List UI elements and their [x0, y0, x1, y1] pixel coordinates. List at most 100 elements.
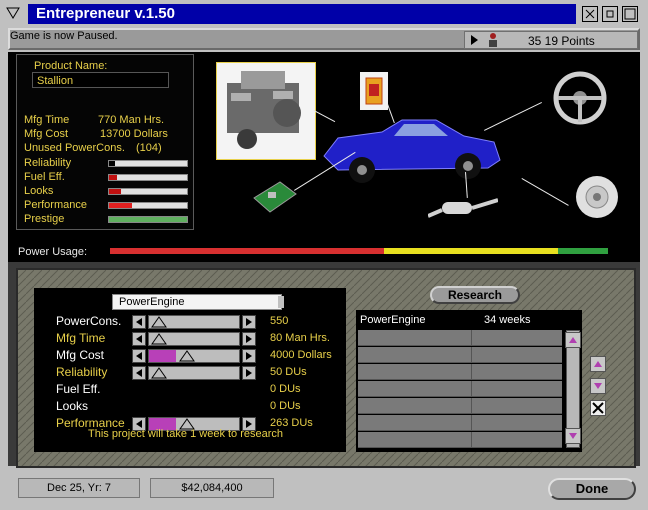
research-slider-fill [149, 350, 176, 362]
slider-thumb-icon[interactable] [178, 350, 195, 365]
increase-arrow-icon[interactable] [242, 315, 256, 329]
engine-image[interactable] [216, 62, 316, 160]
queue-cell [358, 415, 472, 431]
move-up-icon[interactable] [590, 356, 606, 372]
scroll-up-icon[interactable] [565, 332, 581, 348]
queue-row[interactable] [358, 330, 562, 346]
attribute-label: Performance [24, 199, 87, 211]
research-row-label: Reliability [56, 365, 108, 379]
research-row-label: Mfg Time [56, 331, 106, 345]
queue-row[interactable] [358, 364, 562, 380]
steering-wheel-image[interactable] [552, 70, 608, 126]
title-bar: Entrepreneur v.1.50 [0, 0, 648, 28]
status-message: Game is now Paused. [10, 30, 118, 42]
attribute-bar [108, 216, 188, 223]
minimize-icon[interactable] [582, 6, 598, 22]
queue-cell [358, 432, 472, 448]
research-slider[interactable] [148, 332, 240, 346]
queue-row[interactable] [358, 415, 562, 431]
queue-row[interactable] [358, 347, 562, 363]
move-down-icon[interactable] [590, 378, 606, 394]
queue-cell [358, 398, 472, 414]
slider-thumb-icon[interactable] [151, 333, 167, 348]
slider-thumb-icon[interactable] [151, 316, 167, 331]
mfg-cost-value: 13700 Dollars [100, 128, 168, 140]
research-row-label: Mfg Cost [56, 348, 105, 362]
window-menu-icon[interactable] [6, 7, 20, 19]
power-usage-bar [110, 248, 608, 254]
product-name-field[interactable]: Stallion [32, 72, 169, 88]
mfg-time-label: Mfg Time [24, 114, 70, 126]
done-button[interactable]: Done [548, 478, 636, 500]
decrease-arrow-icon[interactable] [132, 349, 146, 363]
power-usage-segment [110, 248, 384, 254]
attribute-bar [108, 188, 188, 195]
points-arrow-icon[interactable] [470, 34, 480, 49]
queue-cell [358, 364, 472, 380]
maximize-icon[interactable] [602, 6, 618, 22]
research-slider[interactable] [148, 366, 240, 380]
attribute-bar [108, 202, 188, 209]
fuel-pump-image[interactable] [360, 72, 388, 110]
queue-row[interactable] [358, 432, 562, 448]
decrease-arrow-icon[interactable] [132, 332, 146, 346]
circuit-board-image[interactable] [250, 178, 298, 218]
queue-item-duration: 34 weeks [484, 314, 531, 326]
attribute-bar-fill [109, 189, 122, 194]
mfg-time-value: 770 Man Hrs. [98, 114, 165, 126]
money-display: $42,084,400 [150, 478, 274, 498]
component-name-field[interactable]: PowerEngine [112, 294, 282, 310]
date-display: Dec 25, Yr: 7 [18, 478, 140, 498]
points-value: 35 19 Points [528, 34, 595, 48]
attribute-label: Fuel Eff. [24, 171, 65, 183]
research-slider[interactable] [148, 349, 240, 363]
research-row-value: 50 DUs [270, 366, 307, 378]
queue-cell [358, 347, 472, 363]
research-row-value: 550 [270, 315, 289, 327]
attribute-bar [108, 174, 188, 181]
queue-cell [358, 381, 472, 397]
power-usage-segment [558, 248, 608, 254]
exhaust-image[interactable] [427, 196, 499, 220]
queue-item-name: PowerEngine [360, 314, 426, 326]
unused-power-label: Unused PowerCons. [24, 142, 125, 154]
attribute-label: Prestige [24, 213, 65, 225]
research-row-value: 4000 Dollars [270, 349, 332, 361]
tire-image[interactable] [574, 174, 620, 220]
research-row-value: 0 DUs [270, 400, 301, 412]
person-icon [486, 32, 500, 51]
queue-row[interactable] [358, 398, 562, 414]
product-name-label: Product Name: [34, 60, 108, 72]
car-image [318, 108, 504, 190]
attribute-bar-fill [109, 203, 133, 208]
close-icon[interactable] [622, 6, 638, 22]
decrease-arrow-icon[interactable] [132, 315, 146, 329]
research-row-label: Fuel Eff. [56, 382, 101, 396]
research-duration-text: This project will take 1 week to researc… [88, 428, 284, 440]
research-row-label: Looks [56, 399, 89, 413]
increase-arrow-icon[interactable] [242, 366, 256, 380]
mfg-cost-label: Mfg Cost [24, 128, 69, 140]
attribute-label: Reliability [24, 157, 72, 169]
research-row-value: 0 DUs [270, 383, 301, 395]
attribute-bar [108, 160, 188, 167]
research-row-value: 80 Man Hrs. [270, 332, 330, 344]
field-scroll-icon [278, 296, 284, 311]
power-usage-segment [383, 248, 559, 254]
research-button[interactable]: Research [430, 286, 520, 304]
remove-icon[interactable] [590, 400, 606, 416]
attribute-bar-fill [109, 161, 116, 166]
queue-cell [358, 330, 472, 346]
queue-header: PowerEngine 34 weeks [358, 312, 580, 328]
slider-thumb-icon[interactable] [151, 367, 167, 382]
increase-arrow-icon[interactable] [242, 332, 256, 346]
research-slider[interactable] [148, 315, 240, 329]
decrease-arrow-icon[interactable] [132, 366, 146, 380]
unused-power-value: (104) [136, 142, 162, 154]
increase-arrow-icon[interactable] [242, 349, 256, 363]
attribute-bar-fill [109, 175, 117, 180]
attribute-label: Looks [24, 185, 54, 197]
queue-row[interactable] [358, 381, 562, 397]
scroll-down-icon[interactable] [565, 428, 581, 444]
power-usage-label: Power Usage: [18, 246, 88, 258]
